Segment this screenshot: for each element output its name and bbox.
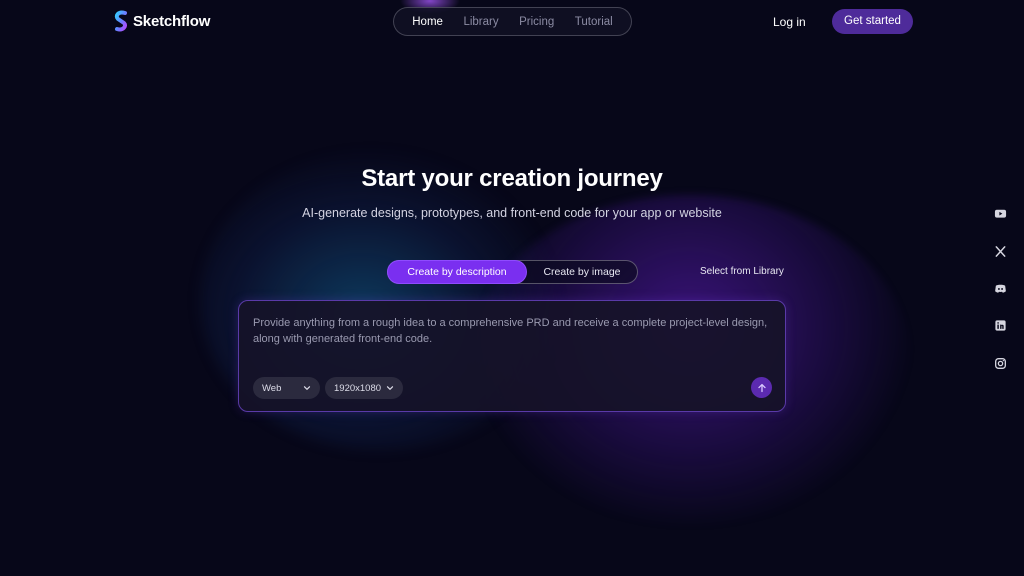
brand-name: Sketchflow [133,12,211,30]
instagram-icon[interactable] [993,356,1007,370]
main-nav: Home Library Pricing Tutorial [393,7,632,36]
page-title: Start your creation journey [361,165,663,192]
screen-size-select[interactable]: 1920x1080 [325,377,403,399]
submit-button[interactable] [751,377,772,398]
nav-item-pricing[interactable]: Pricing [519,16,554,28]
brand-logo[interactable]: Sketchflow [113,10,210,32]
youtube-icon[interactable] [993,206,1007,220]
page: Sketchflow Home Library Pricing Tutorial… [0,0,1024,576]
tab-create-by-description[interactable]: Create by description [388,261,526,283]
chevron-down-icon [303,386,311,390]
page-subtitle: AI-generate designs, prototypes, and fro… [302,206,722,220]
nav-item-library[interactable]: Library [463,16,498,28]
chevron-down-icon [386,386,394,390]
get-started-button[interactable]: Get started [832,9,913,34]
sketchflow-logo-icon [114,10,127,32]
prompt-input[interactable]: Provide anything from a rough idea to a … [253,315,773,347]
login-link[interactable]: Log in [773,15,806,29]
tab-create-by-image[interactable]: Create by image [526,261,638,283]
linkedin-icon[interactable] [993,318,1007,332]
arrow-up-icon [757,383,766,392]
screen-size-select-value: 1920x1080 [334,382,382,394]
platform-select[interactable]: Web [253,377,320,399]
platform-select-value: Web [262,382,282,394]
nav-item-tutorial[interactable]: Tutorial [575,16,613,28]
x-icon[interactable] [993,244,1007,258]
nav-item-home[interactable]: Home [412,16,443,28]
discord-icon[interactable] [993,281,1007,295]
select-from-library-link[interactable]: Select from Library [700,266,784,277]
prompt-card: Provide anything from a rough idea to a … [238,300,786,412]
creation-mode-toggle: Create by description Create by image [387,260,638,284]
